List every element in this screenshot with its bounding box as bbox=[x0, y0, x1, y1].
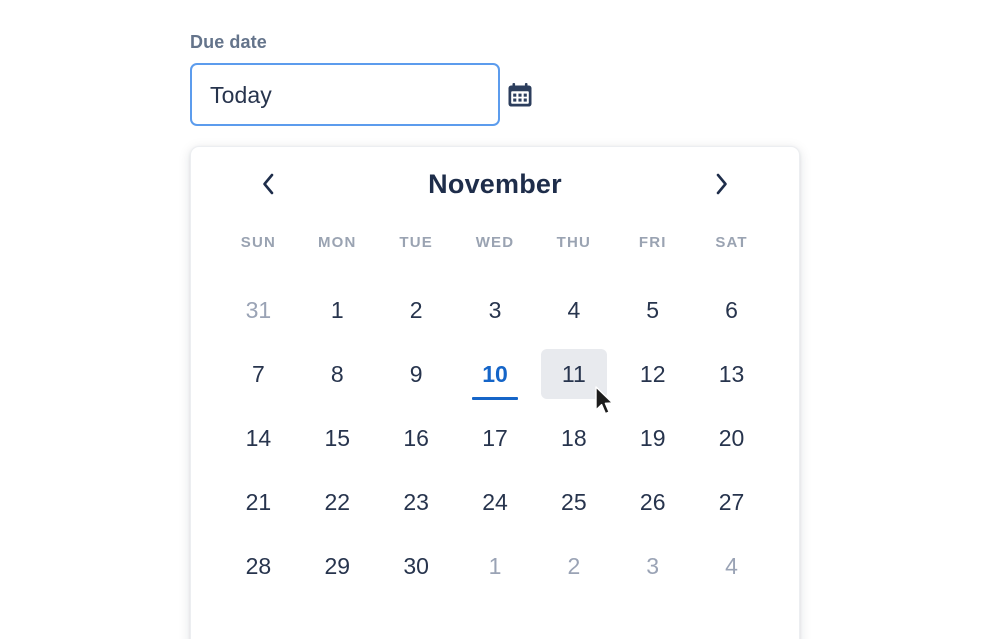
app-root: Due date Today November SUN MON TUE WED … bbox=[0, 0, 1000, 639]
datepicker-panel: November SUN MON TUE WED THU FRI SAT 31 1 2 3 4 5 6 7… bbox=[190, 146, 800, 639]
weekday-label-mon: MON bbox=[317, 234, 357, 251]
calendar-day-cell[interactable]: 18 bbox=[534, 406, 613, 470]
calendar-day-label: 16 bbox=[403, 425, 429, 451]
due-date-input-wrapper[interactable] bbox=[190, 63, 532, 126]
calendar-day-cell[interactable]: 3 bbox=[456, 278, 535, 342]
calendar-day-cell[interactable]: 16 bbox=[377, 406, 456, 470]
calendar-header: November bbox=[191, 147, 799, 221]
calendar-day-cell[interactable]: 8 bbox=[298, 342, 377, 406]
calendar-day-label: 19 bbox=[639, 425, 666, 451]
calendar-day-label: 4 bbox=[567, 297, 581, 323]
calendar-day-label: 31 bbox=[245, 297, 272, 323]
calendar-day-label: 22 bbox=[324, 489, 351, 515]
calendar-day-label: 25 bbox=[561, 489, 587, 515]
calendar-day-label: 17 bbox=[482, 425, 508, 451]
calendar-day-cell[interactable]: 25 bbox=[534, 470, 613, 534]
weekday-label-sun: SUN bbox=[240, 234, 277, 251]
calendar-month-title: November bbox=[428, 169, 562, 199]
calendar-day-cell[interactable]: 3 bbox=[613, 534, 692, 598]
calendar-day-label: 5 bbox=[646, 297, 660, 323]
calendar-day-label: 11 bbox=[540, 349, 607, 399]
calendar-days-grid: 31 1 2 3 4 5 6 7 8 9 10 11 12 13 14 15 16 17 18 19 20 21 22 23 2… bbox=[191, 265, 799, 598]
calendar-day-cell[interactable]: 12 bbox=[613, 342, 692, 406]
calendar-day-label: 6 bbox=[725, 297, 738, 323]
calendar-day-label: 15 bbox=[324, 425, 351, 451]
weekday-label-wed: WED bbox=[475, 234, 515, 251]
calendar-day-label: 21 bbox=[245, 489, 272, 515]
calendar-day-cell[interactable]: 10 bbox=[456, 342, 535, 406]
calendar-day-label: 28 bbox=[245, 553, 272, 579]
calendar-day-cell[interactable]: 2 bbox=[534, 534, 613, 598]
calendar-day-cell[interactable]: 1 bbox=[298, 278, 377, 342]
calendar-day-label: 20 bbox=[718, 425, 745, 451]
calendar-day-cell[interactable]: 2 bbox=[377, 278, 456, 342]
calendar-day-label: 8 bbox=[330, 361, 344, 387]
calendar-day-label: 18 bbox=[561, 425, 587, 451]
calendar-day-cell[interactable]: 30 bbox=[377, 534, 456, 598]
calendar-day-cell[interactable]: 14 bbox=[219, 406, 298, 470]
due-date-input[interactable] bbox=[210, 80, 506, 109]
calendar-day-label: 4 bbox=[725, 553, 738, 579]
calendar-day-label: 3 bbox=[488, 297, 502, 323]
calendar-day-label: 12 bbox=[639, 361, 666, 387]
calendar-day-cell[interactable]: 9 bbox=[377, 342, 456, 406]
chevron-right-icon bbox=[713, 171, 731, 197]
calendar-day-label: 14 bbox=[245, 425, 272, 451]
calendar-day-label: 1 bbox=[330, 297, 344, 323]
due-date-label: Due date bbox=[190, 32, 267, 52]
calendar-day-cell[interactable]: 19 bbox=[613, 406, 692, 470]
calendar-day-cell[interactable]: 5 bbox=[613, 278, 692, 342]
calendar-day-cell[interactable]: 6 bbox=[692, 278, 771, 342]
calendar-day-label: 13 bbox=[718, 361, 745, 387]
calendar-day-cell[interactable]: 7 bbox=[219, 342, 298, 406]
calendar-day-cell[interactable]: 31 bbox=[219, 278, 298, 342]
weekday-label-fri: FRI bbox=[638, 234, 667, 251]
calendar-day-cell[interactable]: 13 bbox=[692, 342, 771, 406]
calendar-day-cell[interactable]: 20 bbox=[692, 406, 771, 470]
calendar-day-cell[interactable]: 26 bbox=[613, 470, 692, 534]
calendar-day-label: 10 bbox=[462, 349, 528, 399]
calendar-day-label: 2 bbox=[567, 553, 581, 579]
calendar-day-cell[interactable]: 4 bbox=[692, 534, 771, 598]
calendar-day-label: 2 bbox=[409, 297, 423, 323]
weekday-label-sat: SAT bbox=[715, 234, 748, 251]
calendar-day-cell[interactable]: 29 bbox=[298, 534, 377, 598]
calendar-day-cell[interactable]: 21 bbox=[219, 470, 298, 534]
calendar-day-label: 29 bbox=[324, 553, 351, 579]
weekday-label-tue: TUE bbox=[399, 234, 433, 251]
calendar-day-label: 1 bbox=[488, 553, 502, 579]
calendar-day-cell[interactable]: 22 bbox=[298, 470, 377, 534]
calendar-day-label: 27 bbox=[718, 489, 745, 515]
calendar-day-cell[interactable]: 17 bbox=[456, 406, 535, 470]
weekday-label-thu: THU bbox=[556, 234, 592, 251]
calendar-icon[interactable] bbox=[506, 81, 534, 109]
prev-month-button[interactable] bbox=[251, 167, 285, 201]
calendar-day-cell[interactable]: 15 bbox=[298, 406, 377, 470]
weekday-header-row: SUN MON TUE WED THU FRI SAT bbox=[191, 221, 799, 265]
calendar-day-label: 9 bbox=[409, 361, 423, 387]
calendar-day-cell[interactable]: 23 bbox=[377, 470, 456, 534]
calendar-day-label: 7 bbox=[252, 361, 265, 387]
calendar-day-cell[interactable]: 27 bbox=[692, 470, 771, 534]
calendar-day-label: 30 bbox=[403, 553, 429, 579]
calendar-day-cell[interactable]: 28 bbox=[219, 534, 298, 598]
calendar-day-label: 26 bbox=[639, 489, 666, 515]
calendar-day-label: 24 bbox=[482, 489, 508, 515]
calendar-day-cell[interactable]: 1 bbox=[456, 534, 535, 598]
chevron-left-icon bbox=[259, 171, 277, 197]
calendar-day-cell[interactable]: 4 bbox=[534, 278, 613, 342]
next-month-button[interactable] bbox=[705, 167, 739, 201]
due-date-field-group: Due date bbox=[190, 30, 532, 126]
calendar-day-label: 3 bbox=[646, 553, 660, 579]
calendar-day-label: 23 bbox=[403, 489, 429, 515]
calendar-day-cell[interactable]: 24 bbox=[456, 470, 535, 534]
calendar-day-cell[interactable]: 11 bbox=[534, 342, 613, 406]
